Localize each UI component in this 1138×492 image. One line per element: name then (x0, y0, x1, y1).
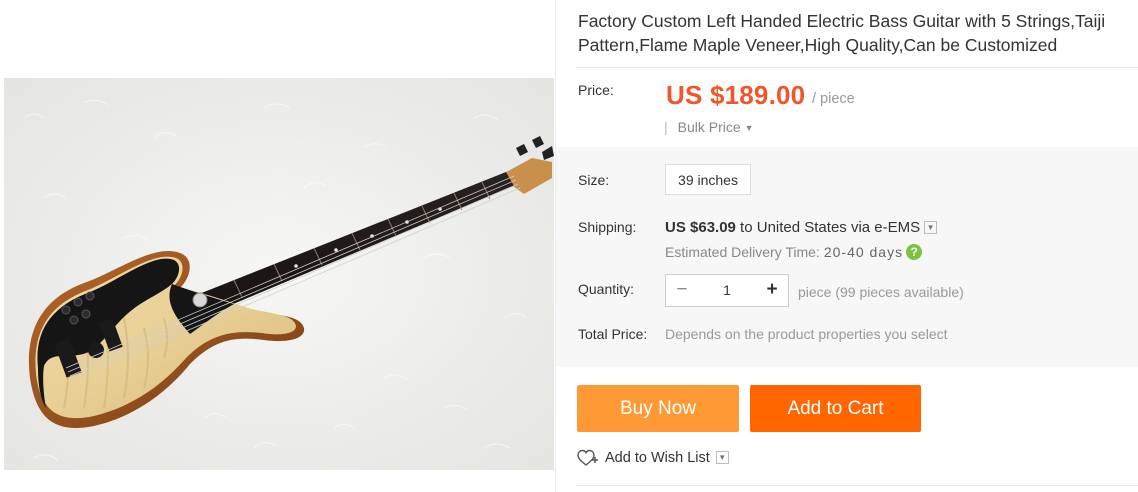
product-title: Factory Custom Left Handed Electric Bass… (578, 11, 1106, 55)
quantity-label: Quantity: (578, 281, 635, 297)
price-value: US $189.00 (666, 80, 806, 110)
wish-list-label: Add to Wish List (605, 450, 710, 466)
bulk-separator: | (664, 119, 668, 135)
total-price-note: Depends on the product properties you se… (665, 326, 948, 342)
delivery-estimate: Estimated Delivery Time: 20-40 days? (665, 244, 923, 261)
quantity-input[interactable]: 1 (698, 275, 756, 306)
shipping-method[interactable]: US $63.09 to United States via e-EMS ▼ (665, 219, 938, 236)
product-gallery (0, 0, 555, 492)
quantity-availability: piece (99 pieces available) (798, 284, 964, 300)
quantity-decrease-button[interactable]: − (666, 275, 698, 306)
bottom-divider (576, 485, 1138, 486)
product-detail-panel: Factory Custom Left Handed Electric Bass… (556, 0, 1138, 492)
bass-guitar-illustration (4, 78, 554, 470)
add-to-wish-list[interactable]: Add to Wish List ▼ (577, 449, 729, 467)
buy-now-button[interactable]: Buy Now (577, 385, 739, 432)
total-price-label: Total Price: (578, 326, 648, 342)
shipping-label: Shipping: (578, 219, 637, 235)
bulk-price-label: Bulk Price (677, 119, 741, 135)
price-label: Price: (578, 82, 614, 98)
product-image[interactable] (4, 78, 554, 470)
title-divider (576, 67, 1138, 68)
size-option-39-inches[interactable]: 39 inches (665, 164, 751, 195)
question-icon[interactable]: ? (906, 244, 923, 261)
caret-down-icon: ▼ (744, 123, 754, 133)
eta-label: Estimated Delivery Time: (665, 244, 820, 260)
heart-plus-icon (577, 449, 598, 466)
chevron-down-icon[interactable]: ▼ (715, 450, 729, 464)
quantity-stepper: − 1 + (665, 274, 789, 307)
add-to-cart-button[interactable]: Add to Cart (750, 385, 921, 432)
chevron-down-icon[interactable]: ▼ (924, 220, 938, 234)
size-option-text: 39 inches (678, 171, 738, 188)
shipping-destination: to United States via e-EMS (735, 219, 921, 236)
shipping-cost: US $63.09 (665, 219, 736, 236)
price-unit: / piece (812, 91, 855, 107)
size-label: Size: (578, 172, 610, 188)
bulk-price-toggle[interactable]: | Bulk Price ▼ (664, 119, 754, 135)
eta-value: 20-40 days (823, 244, 904, 260)
quantity-increase-button[interactable]: + (756, 275, 788, 306)
